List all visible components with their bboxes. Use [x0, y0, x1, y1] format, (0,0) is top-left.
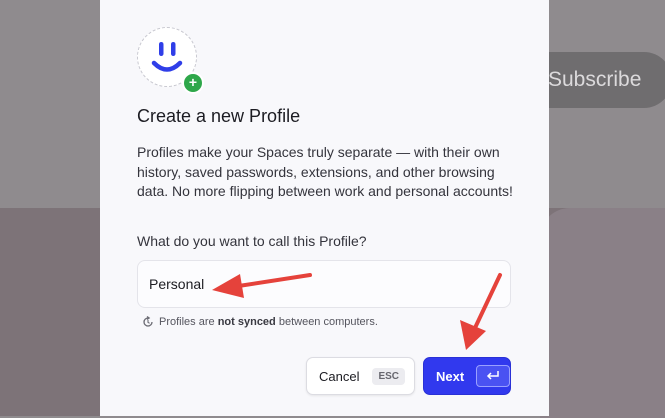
dialog-description: Profiles make your Spaces truly separate… — [137, 144, 513, 199]
background-card — [540, 208, 665, 418]
next-label: Next — [436, 368, 465, 384]
dialog-title: Create a new Profile — [137, 106, 301, 126]
sync-note-suffix: between computers. — [275, 316, 378, 328]
cancel-button[interactable]: Cancel ESC — [306, 357, 415, 395]
sync-note-bold: not synced — [217, 316, 276, 328]
next-button[interactable]: Next — [423, 357, 511, 395]
enter-key-icon — [476, 365, 510, 387]
profile-name-input[interactable] — [137, 260, 511, 308]
profile-name-label: What do you want to call this Profile? — [137, 233, 367, 249]
sync-icon — [143, 316, 153, 327]
plus-icon[interactable]: + — [182, 72, 204, 94]
cancel-label: Cancel — [319, 368, 360, 384]
esc-shortcut-badge: ESC — [372, 367, 406, 385]
sync-note: Profiles are not synced between computer… — [142, 316, 378, 328]
sync-note-prefix: Profiles are — [159, 316, 218, 328]
create-profile-dialog: + Create a new Profile Profiles make you… — [100, 0, 549, 416]
